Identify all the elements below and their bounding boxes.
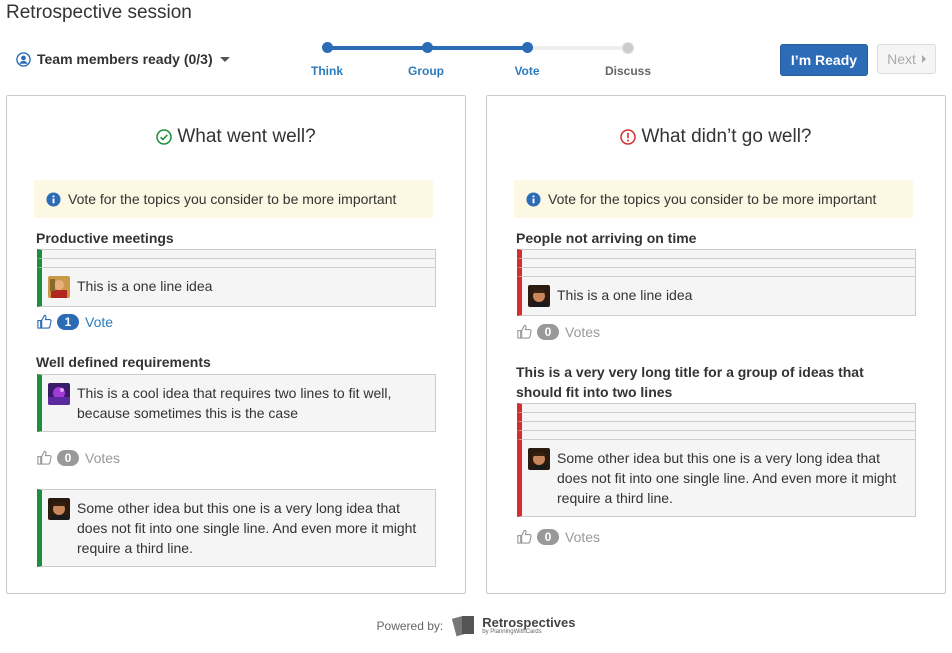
avatar <box>528 285 550 307</box>
stacked-idea <box>37 258 436 267</box>
step-dot-discuss <box>622 42 634 54</box>
brand-name: Retrospectives <box>482 615 576 630</box>
stacked-idea <box>37 249 436 258</box>
stacked-idea <box>517 403 916 412</box>
idea-text: Some other idea but this one is a very l… <box>557 450 897 506</box>
vote-notice-text: Vote for the topics you consider to be m… <box>548 191 877 207</box>
powered-by-label: Powered by: <box>376 619 444 633</box>
vote-notice-text: Vote for the topics you consider to be m… <box>68 191 397 207</box>
page-title: Retrospective session <box>6 2 192 23</box>
step-dot-think <box>322 42 333 53</box>
idea-text: This is a one line idea <box>77 278 213 294</box>
step-vote[interactable]: Vote <box>514 64 539 78</box>
step-dot-group <box>422 42 433 53</box>
step-group[interactable]: Group <box>408 64 444 78</box>
group-title: Productive meetings <box>36 230 174 246</box>
step-progress: Think Group Vote Discuss <box>300 38 660 78</box>
step-think[interactable]: Think <box>311 64 343 78</box>
team-members-dropdown[interactable]: Team members ready (0/3) <box>16 51 230 67</box>
avatar <box>528 448 550 470</box>
vote-notice: Vote for the topics you consider to be m… <box>34 180 433 218</box>
vote-label: Votes <box>565 528 601 545</box>
idea-text: Some other idea but this one is a very l… <box>77 500 417 556</box>
idea-group[interactable]: Some other idea but this one is a very l… <box>517 403 916 517</box>
next-button[interactable]: Next <box>877 44 936 74</box>
stacked-idea <box>517 421 916 430</box>
idea-text: This is a cool idea that requires two li… <box>77 385 392 421</box>
info-icon <box>46 191 61 207</box>
avatar <box>48 383 70 405</box>
vote-button[interactable]: 0 Votes <box>36 449 120 466</box>
stacked-idea <box>517 267 916 276</box>
stacked-idea <box>517 430 916 439</box>
step-discuss: Discuss <box>604 64 652 78</box>
idea-group[interactable]: Some other idea but this one is a very l… <box>37 489 436 567</box>
vote-button[interactable]: 1 Vote <box>36 313 113 330</box>
went-well-header: What went well? <box>7 126 465 148</box>
vote-count-badge: 0 <box>57 449 79 466</box>
avatar <box>48 276 70 298</box>
idea-group[interactable]: This is a one line idea <box>37 249 436 307</box>
alert-circle-icon <box>620 129 637 145</box>
went-well-title: What went well? <box>177 126 316 147</box>
idea-card[interactable]: This is a one line idea <box>37 267 436 307</box>
chevron-right-icon <box>921 55 926 63</box>
idea-card[interactable]: This is a one line idea <box>517 276 916 316</box>
idea-card[interactable]: Some other idea but this one is a very l… <box>37 489 436 567</box>
next-button-label: Next <box>887 51 916 67</box>
idea-group[interactable]: This is a cool idea that requires two li… <box>37 374 436 432</box>
went-well-column: What went well? Vote for the topics you … <box>6 95 466 594</box>
thumbs-up-icon <box>517 324 532 339</box>
thumbs-up-icon <box>517 529 532 544</box>
group-title: People not arriving on time <box>516 230 697 246</box>
vote-label: Votes <box>85 449 121 466</box>
vote-button[interactable]: 0 Votes <box>516 528 600 545</box>
idea-card[interactable]: Some other idea but this one is a very l… <box>517 439 916 517</box>
retrospectives-logo[interactable]: Retrospectives by PlanningWithCards <box>451 614 575 638</box>
im-ready-button[interactable]: I’m Ready <box>780 44 868 76</box>
didnt-go-well-column: What didn’t go well? Vote for the topics… <box>486 95 946 594</box>
cards-logo-icon <box>452 615 475 637</box>
team-members-label: Team members ready (0/3) <box>37 51 213 67</box>
didnt-go-well-header: What didn’t go well? <box>487 126 945 148</box>
group-title: This is a very very long title for a gro… <box>516 364 864 400</box>
user-icon <box>16 51 31 67</box>
footer: Powered by: Retrospectives by PlanningWi… <box>0 614 952 638</box>
idea-group[interactable]: This is a one line idea <box>517 249 916 316</box>
stacked-idea <box>517 412 916 421</box>
stacked-idea <box>517 249 916 258</box>
idea-card[interactable]: This is a cool idea that requires two li… <box>37 374 436 432</box>
vote-count-badge: 0 <box>537 323 559 340</box>
check-circle-icon <box>156 129 173 145</box>
avatar <box>48 498 70 520</box>
didnt-go-well-title: What didn’t go well? <box>641 126 812 147</box>
group-title: Well defined requirements <box>36 354 211 370</box>
info-icon <box>526 191 541 207</box>
thumbs-up-icon <box>37 314 52 329</box>
vote-label: Vote <box>85 313 114 330</box>
brand-sub: by PlanningWithCards <box>482 629 542 635</box>
idea-text: This is a one line idea <box>557 287 693 303</box>
vote-button[interactable]: 0 Votes <box>516 323 600 340</box>
vote-count-badge: 0 <box>537 528 559 545</box>
step-dot-vote <box>522 42 533 53</box>
vote-label: Votes <box>565 323 601 340</box>
vote-count-badge: 1 <box>57 313 79 330</box>
thumbs-up-icon <box>37 450 52 465</box>
chevron-down-icon <box>219 56 230 62</box>
vote-notice: Vote for the topics you consider to be m… <box>514 180 913 218</box>
stacked-idea <box>517 258 916 267</box>
